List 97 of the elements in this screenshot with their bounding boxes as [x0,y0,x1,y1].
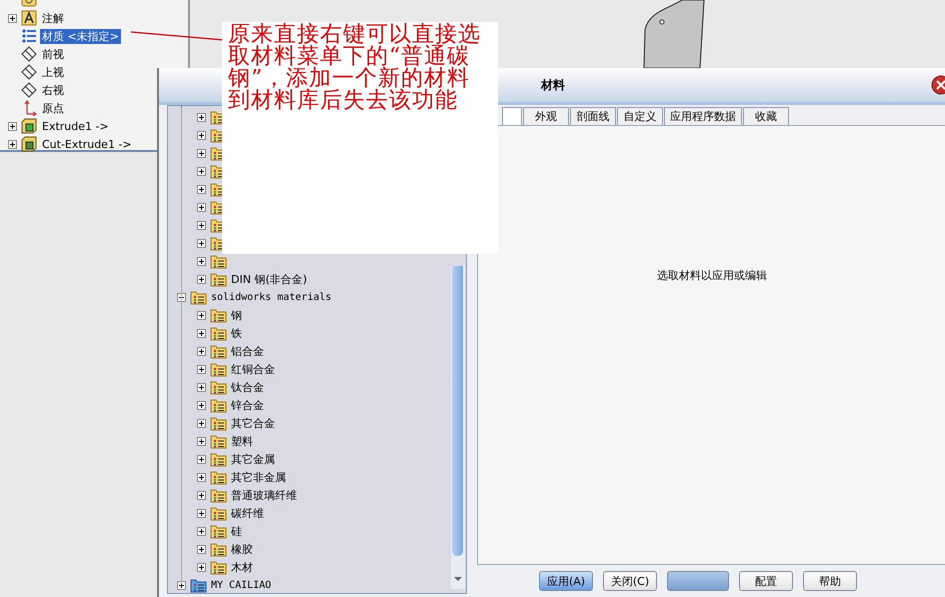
feature-tree-item[interactable]: 前视 [40,46,66,62]
expand-icon[interactable] [197,130,206,140]
dialog-button[interactable]: 帮助 [803,571,857,591]
folder-list-icon [210,308,227,322]
tree-item[interactable]: 其它合金 [231,416,275,430]
expand-icon[interactable] [197,364,206,374]
folder-list-icon [210,416,227,430]
folder-list-icon [190,578,207,592]
expand-icon[interactable] [197,382,206,392]
expand-icon[interactable] [8,122,17,130]
feature-tree-item[interactable]: 材质 <未指定> [40,28,121,44]
expand-icon[interactable] [197,400,206,410]
tree-item[interactable]: MY CAILIAO [211,580,272,590]
tree-item[interactable]: 橡胶 [231,542,253,556]
feature-tree-item[interactable]: 右视 [40,82,66,98]
expand-icon[interactable] [8,140,17,148]
annotation-icon [21,10,37,26]
expand-icon[interactable] [197,436,206,446]
tab[interactable]: 收藏 [743,107,789,125]
expand-icon[interactable] [197,220,206,230]
expand-icon[interactable] [197,112,206,122]
tree-item[interactable]: 塑料 [231,434,253,448]
tree-item[interactable]: 其它金属 [231,452,275,466]
folder-list-icon [210,542,227,556]
expand-icon[interactable] [197,328,206,338]
expand-icon[interactable] [197,418,206,428]
folder-list-icon [210,434,227,448]
folder-list-icon [190,290,207,304]
folder-list-icon [210,488,227,502]
plane-icon [21,46,37,62]
expand-icon[interactable] [197,526,206,536]
folder-list-icon [210,452,227,466]
expand-icon[interactable] [197,238,206,248]
expand-icon[interactable] [177,580,186,590]
cut-extrude-icon [21,136,37,152]
scrollbar[interactable] [451,266,465,589]
expand-icon[interactable] [197,472,206,482]
tree-item[interactable]: 木材 [231,560,253,574]
expand-icon[interactable] [197,562,206,572]
feature-tree-item[interactable]: Cut-Extrude1 -> [40,138,134,150]
material-list-icon [21,28,37,44]
folder-list-icon [210,362,227,376]
expand-icon[interactable] [197,166,206,176]
annotation-note: 原来直接右键可以直接选取材料菜单下的“普通碳钢”，添加一个新的材料到材料库后失去该功能 [222,22,498,254]
expand-icon[interactable] [197,256,206,266]
feature-tree-item[interactable]: Extrude1 -> [40,120,111,132]
expand-icon[interactable] [8,14,17,22]
tab[interactable]: 外观 [523,107,569,125]
tree-item[interactable]: 红铜合金 [231,362,275,376]
folder-list-icon [210,272,227,286]
tree-item[interactable]: 铝合金 [231,344,264,358]
expand-icon[interactable] [197,490,206,500]
tab[interactable]: 应用程序数据 [664,107,742,125]
tree-item[interactable]: 硅 [231,524,242,538]
expand-icon[interactable] [197,310,206,320]
collapse-icon[interactable] [177,292,186,302]
expand-icon[interactable] [197,544,206,554]
tree-item[interactable]: 钛合金 [231,380,264,394]
folder-list-icon [210,254,227,268]
feature-tree-item[interactable]: 上视 [40,64,66,80]
folder-list-icon [210,380,227,394]
tab[interactable]: 剖面线 [570,107,616,125]
expand-icon[interactable] [197,202,206,212]
plane-icon [21,64,37,80]
tree-item[interactable]: 钢 [231,308,242,322]
tree-item[interactable]: 普通玻璃纤维 [231,488,297,502]
tree-item[interactable]: solidworks materials [211,292,332,302]
folder-list-icon [210,506,227,520]
tab[interactable]: 自定义 [617,107,663,125]
tab[interactable] [502,107,522,125]
expand-icon[interactable] [197,508,206,518]
extrude-icon [21,118,37,134]
tree-item[interactable]: 其它非金属 [231,470,286,484]
expand-icon[interactable] [197,148,206,158]
expand-icon[interactable] [197,346,206,356]
close-icon[interactable] [931,75,945,95]
expand-icon[interactable] [197,184,206,194]
tree-item[interactable]: 铁 [231,326,242,340]
empty-message: 选取材料以应用或编辑 [657,268,767,282]
folder-list-icon [210,524,227,538]
feature-tree-item[interactable]: 原点 [40,100,66,116]
tree-item[interactable]: 碳纤维 [231,506,264,520]
expand-icon[interactable] [197,274,206,284]
dialog-button[interactable]: 配置 [739,571,793,591]
plane-icon [21,82,37,98]
folder-list-icon [210,560,227,574]
feature-tree-item[interactable]: 注解 [40,10,66,26]
dialog-button[interactable]: 关闭(C) [603,571,657,591]
folder-list-icon [210,326,227,340]
dialog-button[interactable]: 应用(A) [539,571,593,591]
folder-list-icon [210,344,227,358]
folder-list-icon [210,470,227,484]
folder-list-icon [210,398,227,412]
expand-icon[interactable] [197,454,206,464]
tree-item[interactable]: DIN 钢(非合金) [231,272,308,286]
dialog-title: 材料 [541,76,565,94]
tree-item[interactable]: 锌合金 [231,398,264,412]
